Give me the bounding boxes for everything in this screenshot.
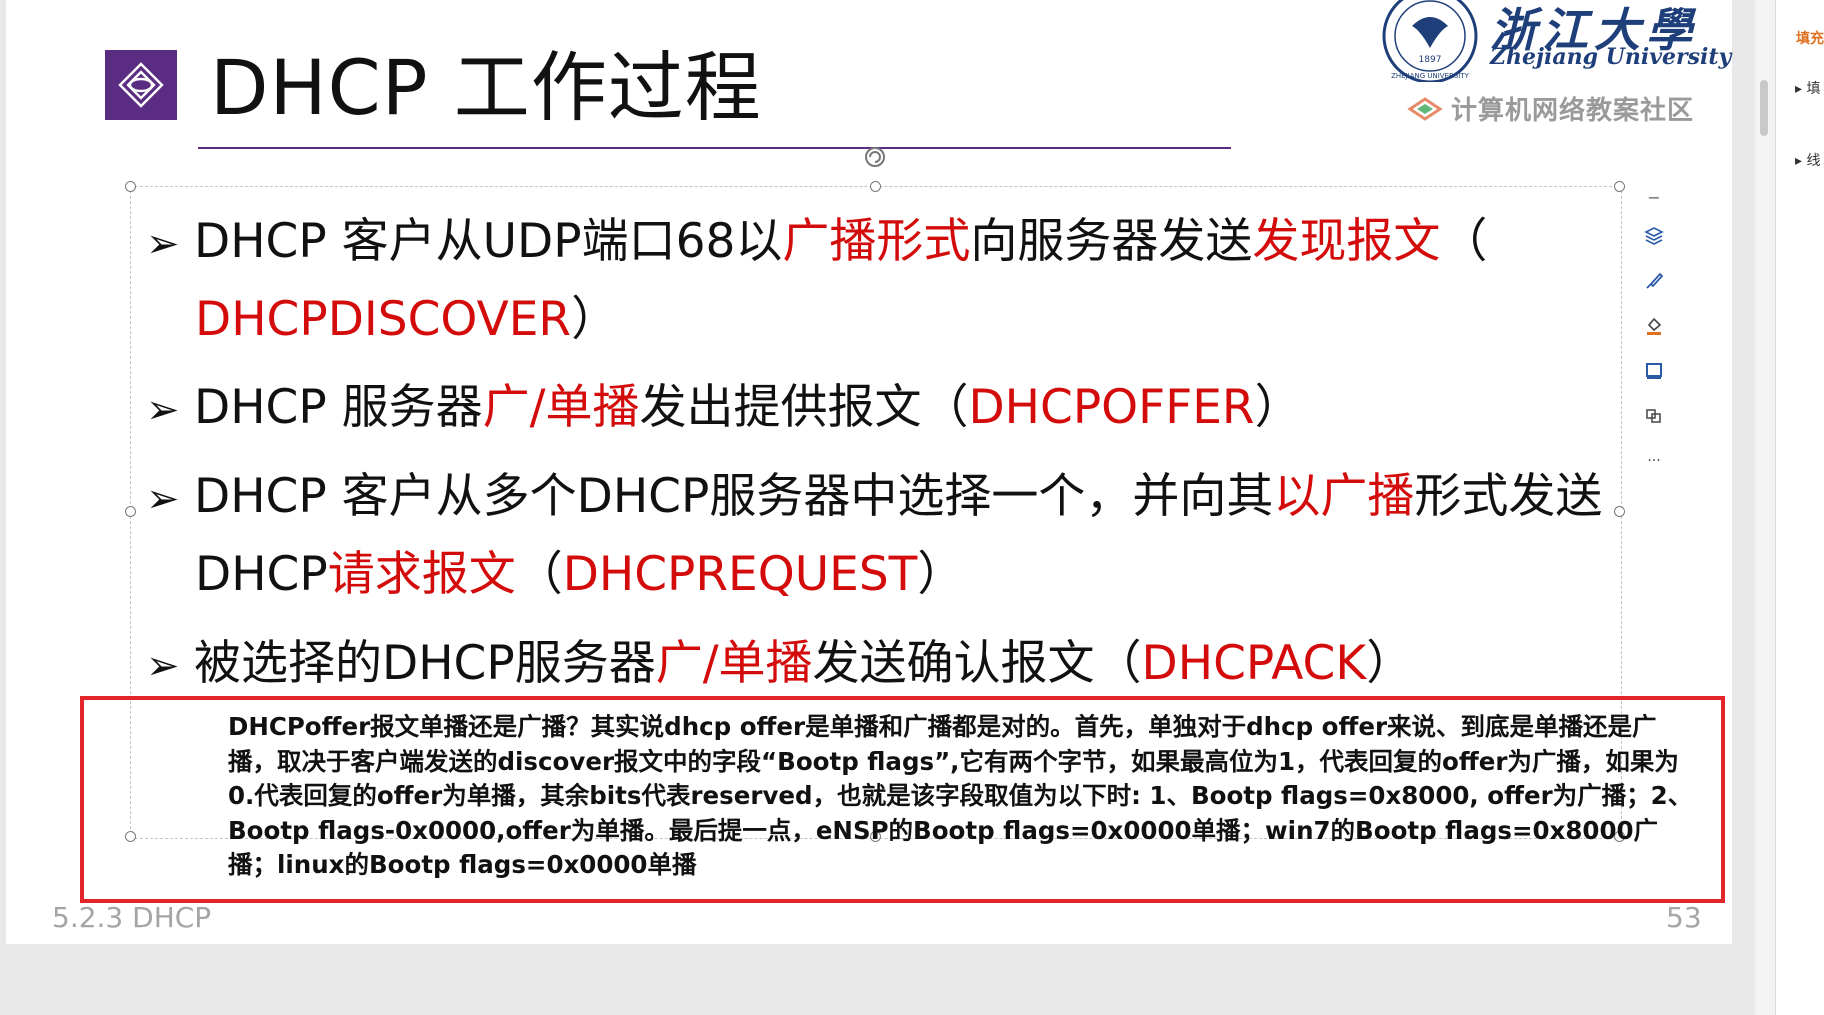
slide-title[interactable]: DHCP 工作过程	[210, 26, 762, 136]
community-name: 计算机网络教案社区	[1451, 96, 1695, 126]
collapse-toolbar-button[interactable]: −	[1637, 186, 1671, 208]
bullet-item[interactable]: ➢ 被选择的DHCP服务器广/单播发送确认报文（DHCPACK）	[146, 625, 1413, 705]
fill-button[interactable]	[1637, 309, 1671, 343]
outline-button[interactable]	[1637, 354, 1671, 388]
university-logo: 1897 ZHEJIANG UNIVERSITY 浙江大學 Zhejiang U…	[1374, 0, 1731, 130]
bullet-line2: DHCP请求报文（DHCPREQUEST）	[195, 547, 965, 602]
footer-section-label: 5.2.3 DHCP	[52, 901, 212, 934]
brush-icon	[1646, 272, 1664, 289]
outline-icon	[1646, 363, 1662, 379]
style-brush-button[interactable]	[1637, 264, 1671, 298]
panel-line-item[interactable]: ▸ 线	[1795, 150, 1820, 170]
layers-icon	[1644, 227, 1664, 245]
seal-year: 1897	[1419, 55, 1442, 65]
bullet-arrow-icon: ➢	[146, 643, 180, 689]
fill-icon	[1647, 317, 1662, 335]
more-options-button[interactable]: ···	[1637, 444, 1671, 478]
seal-text: ZHEJIANG UNIVERSITY	[1391, 72, 1470, 80]
effects-icon	[1646, 409, 1661, 423]
bullet-item[interactable]: ➢ DHCP 客户从多个DHCP服务器中选择一个，并向其以广播形式发送 DHCP请…	[146, 458, 1603, 602]
bullet-line1: DHCP 服务器广/单播发出提供报文（DHCPOFFER）	[194, 380, 1302, 435]
university-seal-icon: 1897 ZHEJIANG UNIVERSITY	[1382, 0, 1478, 82]
resize-handle-left[interactable]	[125, 506, 136, 517]
annotation-note-text: DHCPoffer报文单播还是广播？其实说dhcp offer是单播和广播都是对…	[228, 712, 1693, 879]
community-logo-icon	[1407, 96, 1443, 121]
annotation-note-box[interactable]: DHCPoffer报文单播还是广播？其实说dhcp offer是单播和广播都是对…	[80, 696, 1725, 903]
layers-button[interactable]	[1637, 219, 1671, 253]
panel-fill-heading[interactable]: 填充	[1796, 28, 1824, 48]
slide-canvas[interactable]: DHCP 工作过程 1897 ZHEJIANG UNIVERSITY 浙江大學 …	[6, 0, 1732, 944]
resize-handle-right[interactable]	[1614, 506, 1625, 517]
resize-handle-top-left[interactable]	[125, 181, 136, 192]
bullet-line1: DHCP 客户从UDP端口68以广播形式向服务器发送发现报文（	[194, 214, 1488, 269]
bullet-line1: DHCP 客户从多个DHCP服务器中选择一个，并向其以广播形式发送	[194, 469, 1603, 524]
section-logo-icon	[105, 50, 177, 120]
bullet-item[interactable]: ➢ DHCP 服务器广/单播发出提供报文（DHCPOFFER）	[146, 369, 1302, 449]
page-number: 53	[1666, 901, 1702, 934]
resize-handle-top[interactable]	[870, 181, 881, 192]
vertical-scrollbar[interactable]	[1755, 0, 1775, 1015]
scrollbar-thumb[interactable]	[1760, 80, 1768, 136]
bullet-arrow-icon: ➢	[146, 387, 180, 433]
more-label: ···	[1647, 453, 1661, 469]
title-underline	[198, 147, 1231, 149]
collapse-label: −	[1647, 187, 1661, 207]
bullet-line2: DHCPDISCOVER）	[195, 292, 619, 347]
community-brand: 计算机网络教案社区	[1407, 90, 1694, 127]
effects-button[interactable]	[1637, 399, 1671, 433]
bullet-arrow-icon: ➢	[146, 221, 180, 267]
bullet-item[interactable]: ➢ DHCP 客户从UDP端口68以广播形式向服务器发送发现报文（ DHCPDIS…	[146, 203, 1488, 347]
bullet-line1: 被选择的DHCP服务器广/单播发送确认报文（DHCPACK）	[194, 636, 1414, 691]
university-name-en: Zhejiang University	[1490, 44, 1732, 70]
rotate-handle-icon[interactable]	[863, 145, 887, 169]
bullet-arrow-icon: ➢	[146, 476, 180, 522]
resize-handle-top-right[interactable]	[1614, 181, 1625, 192]
floating-shape-toolbar: − ···	[1634, 186, 1674, 489]
panel-fill-item[interactable]: ▸ 填	[1795, 78, 1820, 98]
